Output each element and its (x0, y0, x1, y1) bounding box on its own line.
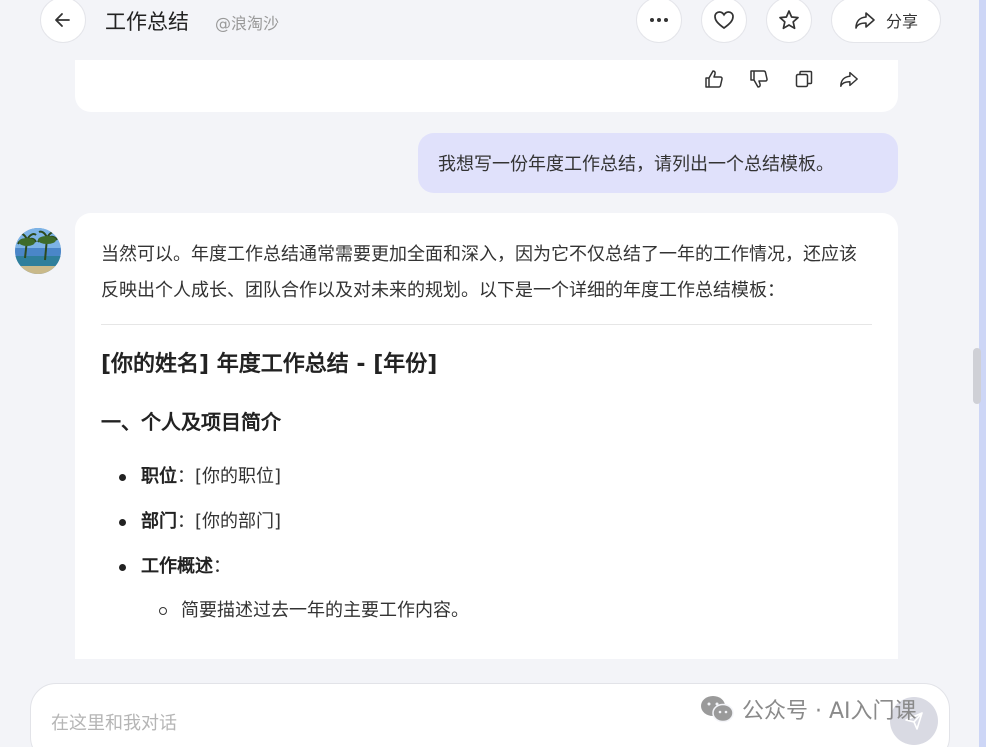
list-item: 部门：[你的部门] (101, 508, 872, 535)
previous-message-card (75, 60, 898, 112)
forward-icon (840, 71, 858, 87)
page-title: 工作总结 (105, 10, 189, 34)
watermark: 公众号 · AI入门课 (700, 693, 917, 725)
sub-list: 简要描述过去一年的主要工作内容。 (141, 597, 872, 624)
top-bar: 工作总结 @浪淘沙 分享 (0, 0, 986, 60)
section-heading: 一、个人及项目简介 (101, 410, 281, 434)
assistant-reply-card: 当然可以。年度工作总结通常需要更加全面和深入，因为它不仅总结了一年的工作情况，还… (75, 213, 898, 659)
share-icon (855, 12, 875, 29)
info-list: 职位：[你的职位] 部门：[你的部门] 工作概述： 简要描述过去一年的主要工作内… (101, 463, 872, 624)
template-title: [你的姓名] 年度工作总结 - [年份] (101, 352, 438, 377)
item-sep: ： (213, 556, 231, 577)
star-icon (779, 10, 799, 30)
back-arrow-icon (55, 13, 70, 27)
item-label: 工作概述 (141, 556, 213, 577)
divider (101, 324, 872, 325)
watermark-text: 公众号 · AI入门课 (742, 699, 917, 724)
dislike-button[interactable] (745, 65, 773, 93)
assistant-avatar (15, 228, 61, 274)
item-label: 职位 (141, 466, 177, 487)
share-button[interactable]: 分享 (831, 0, 941, 43)
sub-list-item: 简要描述过去一年的主要工作内容。 (141, 597, 872, 624)
item-sep: ： (177, 466, 195, 487)
more-button[interactable] (636, 0, 682, 43)
item-sep: ： (177, 511, 195, 532)
more-icon (650, 18, 668, 22)
copy-button[interactable] (790, 65, 818, 93)
item-value: [你的职位] (195, 466, 282, 487)
thumbs-down-icon (750, 70, 768, 88)
item-label: 部门 (141, 511, 177, 532)
wechat-icon (701, 696, 734, 723)
copy-icon (795, 70, 813, 88)
forward-button[interactable] (835, 65, 863, 93)
favorite-button[interactable] (701, 0, 747, 43)
item-value: [你的部门] (195, 511, 282, 532)
back-button[interactable] (40, 0, 86, 43)
reply-intro: 当然可以。年度工作总结通常需要更加全面和深入，因为它不仅总结了一年的工作情况，还… (101, 244, 857, 301)
user-message-text: 我想写一份年度工作总结，请列出一个总结模板。 (438, 154, 834, 175)
like-button[interactable] (700, 65, 728, 93)
thumbs-up-icon (705, 70, 723, 88)
share-label: 分享 (885, 12, 918, 31)
scrollbar-thumb[interactable] (973, 348, 981, 404)
star-button[interactable] (766, 0, 812, 43)
list-item: 职位：[你的职位] (101, 463, 872, 490)
list-item: 工作概述： 简要描述过去一年的主要工作内容。 (101, 553, 872, 624)
user-message-bubble: 我想写一份年度工作总结，请列出一个总结模板。 (418, 133, 898, 193)
author-handle: @浪淘沙 (215, 14, 280, 33)
heart-icon (714, 11, 734, 30)
chat-input[interactable]: 在这里和我对话 (51, 709, 177, 735)
